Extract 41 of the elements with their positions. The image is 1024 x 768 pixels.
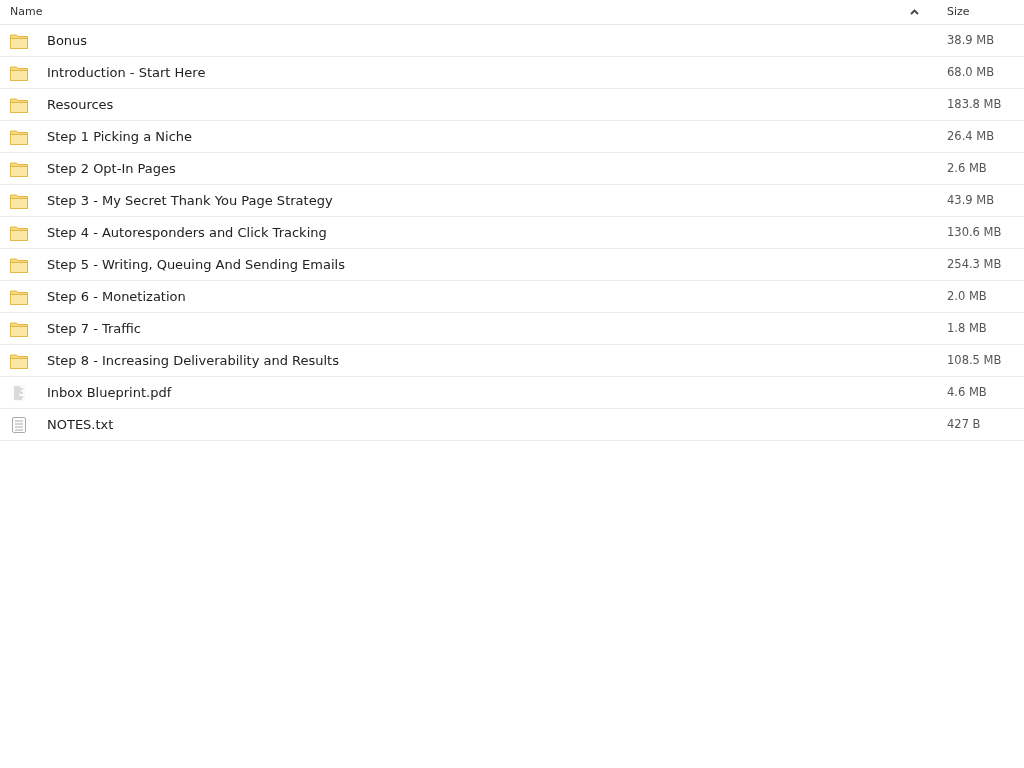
file-name[interactable]: NOTES.txt: [47, 414, 947, 435]
folder-icon: [10, 191, 28, 210]
folder-icon: [10, 287, 28, 306]
file-name[interactable]: Step 1 Picking a Niche: [47, 126, 947, 147]
file-name[interactable]: Resources: [47, 94, 947, 115]
folder-icon: [10, 159, 28, 178]
text-file-icon: [10, 415, 28, 434]
file-name[interactable]: Introduction - Start Here: [47, 62, 947, 83]
file-size: 108.5 MB: [947, 351, 1002, 369]
folder-icon: [10, 223, 28, 242]
file-size: 183.8 MB: [947, 95, 1002, 113]
column-header[interactable]: Size: [947, 3, 970, 21]
folder-icon: [10, 31, 28, 50]
file-name[interactable]: Step 7 - Traffic: [47, 318, 947, 339]
file-name[interactable]: Step 4 - Autoresponders and Click Tracking: [47, 222, 947, 243]
file-size: 4.6 MB: [947, 383, 987, 401]
file-size: 130.6 MB: [947, 223, 1002, 241]
file-name[interactable]: Step 6 - Monetization: [47, 286, 947, 307]
file-size: 427 B: [947, 415, 981, 433]
folder-icon: [10, 127, 28, 146]
file-size: 2.0 MB: [947, 287, 987, 305]
folder-icon: [10, 319, 28, 338]
file-name[interactable]: Step 8 - Increasing Deliverability and Results: [47, 350, 947, 371]
folder-icon: [10, 255, 28, 274]
file-size: 26.4 MB: [947, 127, 995, 145]
folder-icon: [10, 351, 28, 370]
file-size: 68.0 MB: [947, 63, 995, 81]
file-name[interactable]: Step 5 - Writing, Queuing And Sending Emails: [47, 254, 947, 275]
sort-caret-icon[interactable]: [910, 9, 919, 15]
file-name[interactable]: Inbox Blueprint.pdf: [47, 382, 947, 403]
column-header[interactable]: Name: [0, 3, 910, 21]
file-size: 38.9 MB: [947, 31, 995, 49]
file-size: 254.3 MB: [947, 255, 1002, 273]
file-name[interactable]: Bonus: [47, 30, 947, 51]
folder-icon: [10, 95, 28, 114]
file-name[interactable]: Step 2 Opt-In Pages: [47, 158, 947, 179]
file-size: 2.6 MB: [947, 159, 987, 177]
file-size: 1.8 MB: [947, 319, 987, 337]
file-size: 43.9 MB: [947, 191, 995, 209]
file-name[interactable]: Step 3 - My Secret Thank You Page Strategy: [47, 190, 947, 211]
folder-icon: [10, 63, 28, 82]
